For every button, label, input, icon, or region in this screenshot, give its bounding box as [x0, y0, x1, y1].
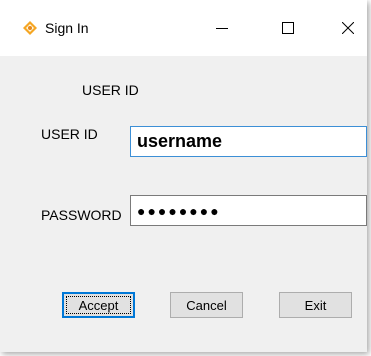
form-header-label: USER ID	[82, 82, 139, 98]
cancel-button[interactable]: Cancel	[170, 292, 243, 318]
close-icon	[342, 22, 354, 34]
minimize-button[interactable]	[202, 12, 242, 44]
minimize-icon	[216, 28, 228, 29]
maximize-button[interactable]	[268, 12, 308, 44]
title-bar[interactable]: Sign In	[0, 0, 367, 56]
userid-input[interactable]	[130, 126, 367, 157]
window-title: Sign In	[45, 20, 89, 36]
close-button[interactable]	[328, 12, 368, 44]
accept-button[interactable]: Accept	[62, 292, 135, 318]
maximize-icon	[282, 22, 294, 34]
password-input[interactable]	[130, 195, 367, 226]
userid-label: USER ID	[41, 126, 98, 142]
password-label: PASSWORD	[41, 207, 122, 223]
exit-button[interactable]: Exit	[279, 292, 352, 318]
sign-in-window: Sign In USER ID USER ID PASSWORD Accept …	[0, 0, 367, 352]
app-icon	[23, 21, 37, 35]
